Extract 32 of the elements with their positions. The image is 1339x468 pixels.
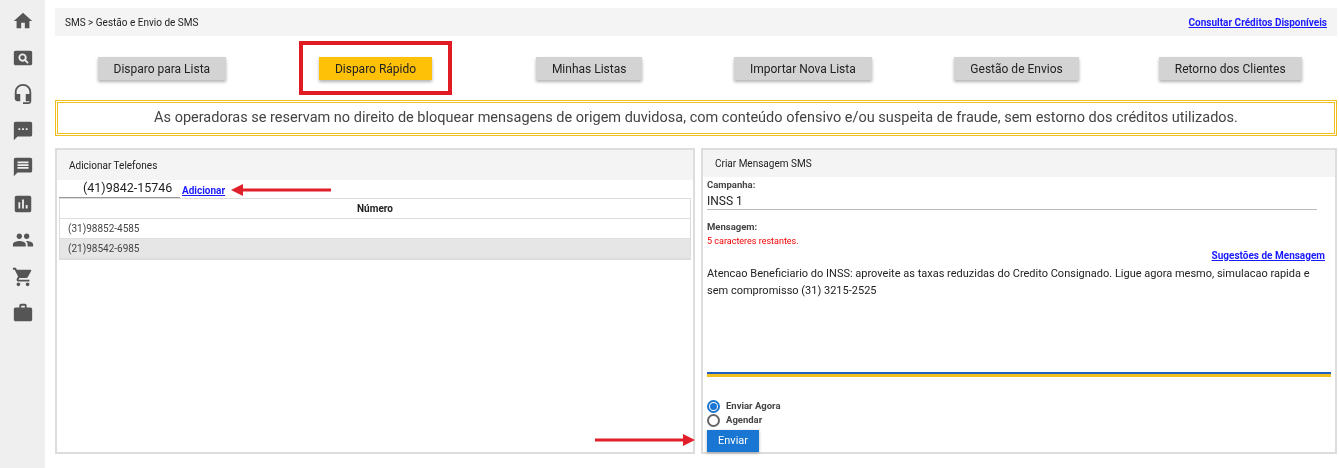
tab[interactable]: Gestão de Envios: [954, 57, 1079, 81]
table-cell-text: (31)98852-4585: [68, 222, 140, 236]
radio-label: Enviar Agora: [726, 398, 781, 413]
panel-title: Adicionar Telefones: [69, 158, 158, 173]
phone-field[interactable]: (41)9842-15746: [59, 180, 180, 198]
table-row[interactable]: (21)98542-6985: [60, 239, 690, 259]
table-cell-text: (21)98542-6985: [68, 242, 140, 256]
column-header: Número: [356, 202, 394, 216]
notice-text: As operadoras se reservam no direito de bloquear mensagens de origem duvidosa, com conteúdo ofensivo e/ou suspeita de fraude, sem estorno dos créditos utilizados.: [154, 108, 1238, 129]
tab[interactable]: Retorno dos Clientes: [1158, 57, 1302, 81]
message-field[interactable]: Atencao Beneficiario do INSS: aproveite as taxas reduzidas do Credito Consignado. Ligue agora mesmo, simulacao rapida e sem compromisso (31) 3215-2525: [707, 265, 1331, 377]
tab[interactable]: Minhas Listas: [535, 57, 643, 81]
chat-icon[interactable]: [11, 119, 34, 142]
breadcrumb: SMS > Gestão e Envio de SMS: [65, 15, 199, 30]
field-label: Mensagem:: [707, 220, 759, 235]
field-label: Campanha:: [707, 178, 757, 192]
tab[interactable]: Disparo para Lista: [97, 57, 227, 81]
credits-link[interactable]: Consultar Créditos Disponíveis: [1188, 14, 1327, 30]
tab[interactable]: Importar Nova Lista: [733, 57, 872, 81]
radio-button[interactable]: [707, 399, 720, 413]
panel-title: Criar Mensagem SMS: [715, 157, 812, 171]
tab[interactable]: Disparo Rápido: [318, 57, 433, 81]
briefcase-icon[interactable]: [11, 302, 34, 324]
campaign-field[interactable]: INSS 1: [707, 192, 1317, 211]
radio-button[interactable]: [707, 413, 720, 427]
add-link[interactable]: Adicionar: [182, 183, 226, 198]
send-button[interactable]: Enviar: [707, 430, 760, 452]
radio-label: Agendar: [726, 412, 763, 427]
message-icon[interactable]: [11, 156, 34, 178]
suggestions-link[interactable]: Sugestões de Mensagem: [1211, 248, 1325, 263]
cart-icon[interactable]: [11, 265, 34, 288]
remaining-counter: 5 caracteres restantes.: [707, 234, 800, 248]
